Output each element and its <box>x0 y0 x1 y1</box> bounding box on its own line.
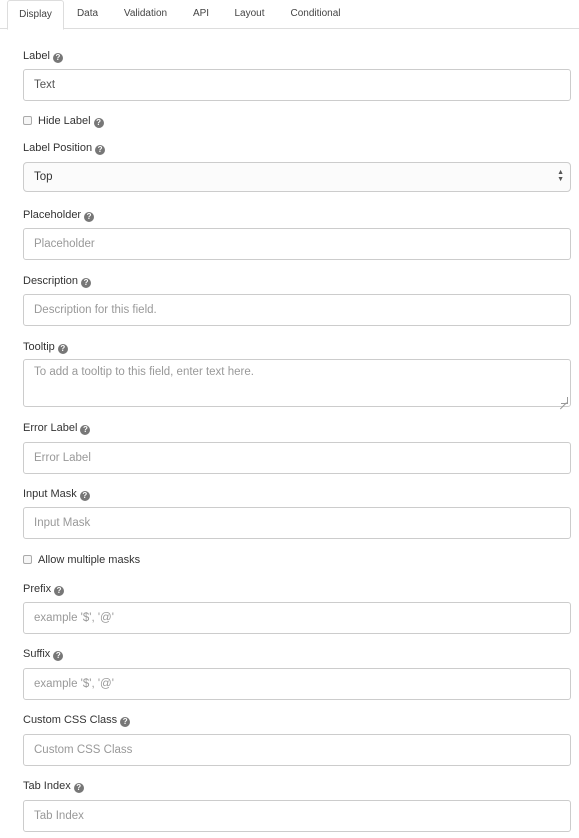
question-circle-icon[interactable]: ? <box>84 212 95 222</box>
question-circle-icon[interactable]: ? <box>81 278 92 288</box>
question-circle-icon[interactable]: ? <box>57 344 68 354</box>
tab-index-input[interactable]: Tab Index <box>23 800 571 832</box>
prefix-label: Prefix? <box>23 582 65 596</box>
tooltip-label: Tooltip? <box>23 340 68 354</box>
question-circle-icon[interactable]: ? <box>95 145 106 155</box>
hide-label-text[interactable]: Hide Label <box>38 115 91 127</box>
label-input[interactable]: Text <box>23 69 571 101</box>
tooltip-label-text: Tooltip <box>23 341 55 353</box>
custom-css-label: Custom CSS Class? <box>23 713 131 727</box>
label-position-select[interactable]: Top ▲ ▼ <box>23 162 571 192</box>
suffix-label: Suffix? <box>23 647 64 661</box>
label-position-value: Top <box>34 171 53 183</box>
allow-multiple-masks-text[interactable]: Allow multiple masks <box>38 554 140 566</box>
placeholder-input[interactable]: Placeholder <box>23 228 571 260</box>
question-circle-icon[interactable]: ? <box>52 53 63 63</box>
question-circle-icon[interactable]: ? <box>73 783 84 793</box>
label-field-label-text: Label <box>23 50 50 62</box>
tab-bar: Display Data Validation API Layout Condi… <box>0 0 579 30</box>
description-label: Description? <box>23 274 92 288</box>
tab-validation[interactable]: Validation <box>111 0 180 29</box>
hide-label-row: Hide Label? <box>23 114 104 128</box>
prefix-input[interactable]: example '$', '@' <box>23 602 571 634</box>
placeholder-label: Placeholder? <box>23 208 95 222</box>
input-mask-label-text: Input Mask <box>23 488 77 500</box>
description-label-text: Description <box>23 275 79 287</box>
tab-conditional[interactable]: Conditional <box>279 0 352 29</box>
error-label-label-text: Error Label <box>23 422 78 434</box>
label-position-label: Label Position? <box>23 141 106 155</box>
question-circle-icon[interactable]: ? <box>80 425 91 435</box>
question-circle-icon[interactable]: ? <box>79 491 90 501</box>
suffix-label-text: Suffix <box>23 648 51 660</box>
tooltip-placeholder: To add a tooltip to this field, enter te… <box>34 366 254 378</box>
description-input[interactable]: Description for this field. <box>23 294 571 326</box>
question-circle-icon[interactable]: ? <box>54 586 65 596</box>
label-position-label-text: Label Position <box>23 142 93 154</box>
question-circle-icon[interactable]: ? <box>53 651 64 661</box>
input-mask-label: Input Mask? <box>23 487 90 501</box>
custom-css-input[interactable]: Custom CSS Class <box>23 734 571 766</box>
error-label-input[interactable]: Error Label <box>23 442 571 474</box>
tab-display[interactable]: Display <box>7 0 64 30</box>
tab-index-label: Tab Index? <box>23 779 84 793</box>
custom-css-label-text: Custom CSS Class <box>23 714 118 726</box>
placeholder-label-text: Placeholder <box>23 209 82 221</box>
tab-index-label-text: Tab Index <box>23 780 71 792</box>
resize-handle-icon[interactable] <box>561 397 568 404</box>
tab-api[interactable]: API <box>182 0 220 29</box>
suffix-input[interactable]: example '$', '@' <box>23 668 571 700</box>
question-circle-icon[interactable]: ? <box>93 118 104 128</box>
prefix-label-text: Prefix <box>23 583 52 595</box>
tab-layout[interactable]: Layout <box>222 0 277 29</box>
label-field-label: Label? <box>23 49 63 63</box>
allow-multiple-masks-row: Allow multiple masks <box>23 553 140 567</box>
hide-label-checkbox[interactable] <box>23 116 32 125</box>
question-circle-icon[interactable]: ? <box>120 717 131 727</box>
input-mask-input[interactable]: Input Mask <box>23 507 571 539</box>
tab-data[interactable]: Data <box>66 0 109 29</box>
error-label-label: Error Label? <box>23 421 91 435</box>
up-down-arrows-icon: ▲ ▼ <box>557 169 564 183</box>
allow-multiple-masks-checkbox[interactable] <box>23 555 32 564</box>
tooltip-textarea[interactable]: To add a tooltip to this field, enter te… <box>23 359 571 407</box>
